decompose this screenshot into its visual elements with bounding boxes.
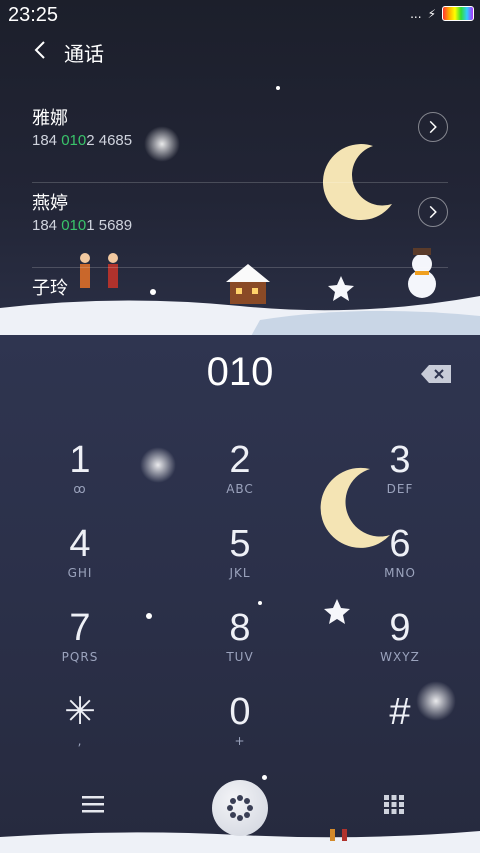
dial-key[interactable]: 3 DEF [340, 440, 460, 520]
charging-icon: ⚡ [427, 6, 436, 21]
dial-key[interactable]: ✳, [20, 692, 140, 772]
battery-icon [442, 6, 474, 21]
status-time: 23:25 [8, 4, 59, 26]
dial-key-letters: TUV [226, 650, 254, 664]
dial-key-letters: GHI [67, 566, 93, 580]
title-bar: 通话 [0, 34, 480, 70]
dial-key-digit: 6 [389, 523, 411, 565]
snow-dot [276, 86, 280, 90]
dial-key[interactable]: # [340, 692, 460, 772]
snow-glow [140, 447, 176, 483]
contact-row[interactable]: 雅娜 184 0102 4685 [32, 98, 448, 183]
dial-key-digit: 8 [229, 607, 251, 649]
signal-dots-icon: ... [410, 6, 422, 21]
dial-key[interactable]: 0 + [180, 692, 300, 772]
dial-key[interactable]: 2 ABC [180, 440, 300, 520]
page-title: 通话 [64, 42, 104, 66]
status-bar: 23:25 ... ⚡ [0, 0, 480, 32]
chevron-right-icon[interactable] [418, 112, 448, 142]
dial-key-letters: , [77, 734, 83, 748]
dial-key[interactable]: 1ꝏ [20, 440, 140, 520]
contact-row[interactable]: 燕婷 184 0101 5689 [32, 183, 448, 268]
chevron-right-icon[interactable] [418, 197, 448, 227]
dial-key-letters: ꝏ [73, 482, 87, 496]
dial-key-digit: # [389, 691, 411, 733]
dial-key-letters: DEF [386, 482, 414, 496]
dial-key-digit: 1 [69, 439, 91, 481]
dial-key-letters: WXYZ [380, 650, 420, 664]
call-button[interactable] [212, 780, 268, 836]
dial-key-digit: 5 [229, 523, 251, 565]
dial-key-digit: 3 [389, 439, 411, 481]
bottom-bar [0, 775, 480, 845]
contact-number: 184 0102 4685 [32, 132, 133, 149]
dial-key[interactable]: 6 MNO [340, 524, 460, 604]
menu-icon[interactable] [82, 795, 104, 813]
back-arrow-icon[interactable] [30, 38, 54, 62]
dial-key-letters: PQRS [61, 650, 99, 664]
dial-key-digit: 9 [389, 607, 411, 649]
dial-key[interactable]: 5 JKL [180, 524, 300, 604]
dial-key-digit: 4 [69, 523, 91, 565]
dial-key-letters: MNO [384, 566, 416, 580]
dial-key-digit: 0 [229, 691, 251, 733]
contact-number: 184 0101 5689 [32, 217, 133, 234]
dial-key[interactable]: 9 WXYZ [340, 608, 460, 688]
dial-key-letters: + [234, 734, 246, 748]
contact-name: 燕婷 [32, 193, 68, 214]
dial-key[interactable]: 8 TUV [180, 608, 300, 688]
contact-name: 雅娜 [32, 108, 68, 129]
dial-key[interactable]: 7 PQRS [20, 608, 140, 688]
keypad-toggle-icon[interactable] [384, 795, 404, 817]
dial-key[interactable]: 4 GHI [20, 524, 140, 604]
dial-key-digit: 7 [69, 607, 91, 649]
snow-ground-decoration [0, 296, 480, 338]
dial-key-digit: 2 [229, 439, 251, 481]
snow-dot [146, 613, 152, 619]
dialed-number: 010 [206, 350, 274, 394]
dial-dots-icon [227, 795, 253, 821]
dial-key-digit: ✳ [64, 691, 96, 733]
dial-key-letters: JKL [229, 566, 251, 580]
backspace-icon[interactable] [420, 364, 452, 384]
status-icons: ... ⚡ [410, 6, 474, 21]
dial-key-letters: ABC [226, 482, 254, 496]
